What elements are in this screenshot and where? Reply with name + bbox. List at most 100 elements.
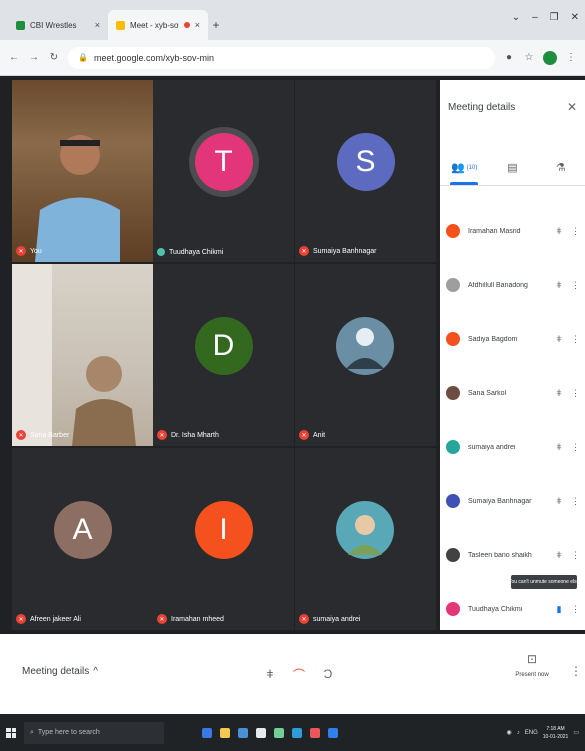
list-item[interactable]: Iramahan Masnd ǂ ⋮ xyxy=(440,204,585,258)
tile-name-label: Tuudhaya Chikmi xyxy=(157,248,223,256)
close-tab-icon[interactable]: × xyxy=(195,20,200,30)
file-explorer-icon[interactable] xyxy=(220,727,230,738)
participant-tile[interactable]: T Tuudhaya Chikmi xyxy=(153,80,294,262)
more-options-icon[interactable]: ⋮ xyxy=(571,226,580,237)
list-item[interactable]: Sumaiya Banhnagar ǂ ⋮ xyxy=(440,474,585,528)
back-icon[interactable]: ← xyxy=(8,52,20,63)
more-options-icon[interactable]: ⋮ xyxy=(571,334,580,345)
maximize-icon[interactable]: ❐ xyxy=(550,12,559,23)
window-controls: ⌄ – ❐ ✕ xyxy=(512,12,579,23)
mic-off-icon: ǂ xyxy=(556,388,562,398)
new-tab-button[interactable]: + xyxy=(208,10,224,40)
meeting-details-button[interactable]: Meeting details ^ xyxy=(22,666,98,677)
participant-tile[interactable]: ✕ You xyxy=(12,80,153,262)
participant-name: Sana Barber xyxy=(30,431,70,439)
tab-title: Meet - xyb-sov-min xyxy=(130,20,179,30)
tab-chat[interactable]: ▤ xyxy=(488,150,536,185)
participant-tile[interactable]: A ✕ Afreen jakeer Ali xyxy=(12,448,153,630)
notifications-icon[interactable]: ▭ xyxy=(573,729,579,736)
url-text: meet.google.com/xyb-sov-min xyxy=(93,52,215,63)
participant-name: Afreen jakeer Ali xyxy=(30,615,81,623)
more-options-icon[interactable]: ⋮ xyxy=(571,388,580,399)
participant-avatar: A xyxy=(53,501,112,559)
task-view-icon[interactable] xyxy=(202,727,212,738)
mail-icon[interactable] xyxy=(274,727,284,738)
browser-menu-icon[interactable]: ⋮ xyxy=(565,52,577,63)
participant-avatar: S xyxy=(336,133,395,191)
present-now-button[interactable]: ⊡ Present now xyxy=(514,652,550,678)
avatar xyxy=(446,386,460,400)
list-item[interactable]: Tuudhaya Chikmi ▮ ⋮ xyxy=(440,582,585,636)
participant-tile[interactable]: D ✕ Dr. Isha Mharth xyxy=(153,264,294,446)
microphone-button[interactable]: ǂ xyxy=(258,662,282,686)
more-options-icon[interactable]: ⋮ xyxy=(571,496,580,507)
app-icon[interactable] xyxy=(328,727,338,738)
address-bar[interactable]: 🔒 meet.google.com/xyb-sov-min xyxy=(68,46,495,69)
panel-title: Meeting details xyxy=(448,102,516,113)
browser-tab[interactable]: CBI Wrestles × xyxy=(8,10,108,40)
more-options-icon[interactable]: ⋮ xyxy=(571,550,580,561)
minimize-icon[interactable]: – xyxy=(532,12,538,23)
close-panel-icon[interactable]: ✕ xyxy=(567,100,577,114)
camera-permission-icon[interactable]: ● xyxy=(503,52,515,63)
edge-icon[interactable] xyxy=(238,727,248,738)
participant-tile[interactable]: S ✕ Sumaiya Banhnagar xyxy=(295,80,436,262)
forward-icon[interactable]: → xyxy=(28,52,40,63)
tab-people[interactable]: 👥 (10) xyxy=(440,150,488,185)
participant-name: Afdhillull Banadong xyxy=(468,281,528,289)
windows-start-icon[interactable] xyxy=(6,727,16,738)
close-window-icon[interactable]: ✕ xyxy=(571,12,579,23)
participant-name: Anit xyxy=(313,431,326,439)
tab-activities[interactable]: ⚗ xyxy=(537,150,585,185)
tile-name-label: ✕ Sana Barber xyxy=(16,430,69,440)
tile-name-label: ✕ Anit xyxy=(299,430,325,440)
tile-name-label: ✕ Afreen jakeer Ali xyxy=(16,614,81,624)
recording-dot-icon xyxy=(183,22,190,28)
taskbar-search-input[interactable]: ⌕ Type here to search xyxy=(24,721,164,744)
participant-video xyxy=(12,264,136,446)
more-options-icon[interactable]: ⋮ xyxy=(571,280,580,291)
participant-tile[interactable]: ✕ sumaiya andrei xyxy=(295,448,436,630)
language-indicator[interactable]: ENG xyxy=(525,730,538,736)
volume-icon[interactable]: ♪ xyxy=(517,730,520,736)
participant-name: Sadiya Bagdom xyxy=(468,335,518,343)
reload-icon[interactable]: ↻ xyxy=(48,52,60,63)
mic-off-icon: ǂ xyxy=(556,496,562,506)
captions-icon: Ɔ xyxy=(323,667,333,681)
mic-off-icon: ǂ xyxy=(556,442,562,452)
tab-search-icon[interactable]: ⌄ xyxy=(512,12,520,23)
more-options-icon[interactable]: ⋮ xyxy=(570,664,582,678)
tile-name-label: ✕ You xyxy=(16,246,42,256)
list-item[interactable]: sumaiya andrei ǂ ⋮ xyxy=(440,420,585,474)
bookmark-star-icon[interactable]: ☆ xyxy=(523,52,535,63)
list-item[interactable]: Sana Sarkol ǂ ⋮ xyxy=(440,366,585,420)
tile-name-label: ✕ sumaiya andrei xyxy=(299,614,360,624)
network-icon[interactable]: ◉ xyxy=(506,729,511,736)
list-item[interactable]: Afdhillull Banadong ǂ ⋮ xyxy=(440,258,585,312)
participant-tile[interactable]: I ✕ Iramahan mheed xyxy=(153,448,294,630)
clock[interactable]: 7:18 AM 10-01-2021 xyxy=(543,725,569,741)
participant-name: Iramahan mheed xyxy=(171,615,224,623)
avatar xyxy=(446,548,460,562)
word-icon[interactable] xyxy=(292,727,302,738)
avatar xyxy=(446,278,460,292)
lock-icon: 🔒 xyxy=(78,53,88,62)
more-options-icon[interactable]: ⋮ xyxy=(571,604,580,615)
close-tab-icon[interactable]: × xyxy=(95,20,100,30)
profile-avatar[interactable] xyxy=(543,50,557,65)
list-item[interactable]: Sadiya Bagdom ǂ ⋮ xyxy=(440,312,585,366)
people-count: (10) xyxy=(466,164,478,171)
participant-tile[interactable]: ✕ Sana Barber xyxy=(12,264,153,446)
tab-favicon-icon xyxy=(116,20,125,30)
more-options-icon[interactable]: ⋮ xyxy=(571,442,580,453)
clock-date: 10-01-2021 xyxy=(542,733,569,740)
chrome-icon[interactable] xyxy=(310,727,320,738)
participant-tile[interactable]: ✕ Anit xyxy=(295,264,436,446)
captions-button[interactable]: Ɔ xyxy=(316,662,340,686)
store-icon[interactable] xyxy=(256,727,266,738)
leave-call-button[interactable]: ⌒ xyxy=(287,662,311,686)
participant-grid: ✕ You T Tuudhaya Chikmi S ✕ Sumaiya Banh… xyxy=(12,80,436,630)
list-item[interactable]: Tasleen bano shaikh ǂ ⋮ xyxy=(440,528,585,582)
mic-off-icon: ✕ xyxy=(157,614,167,624)
browser-tab-active[interactable]: Meet - xyb-sov-min × xyxy=(108,10,208,40)
